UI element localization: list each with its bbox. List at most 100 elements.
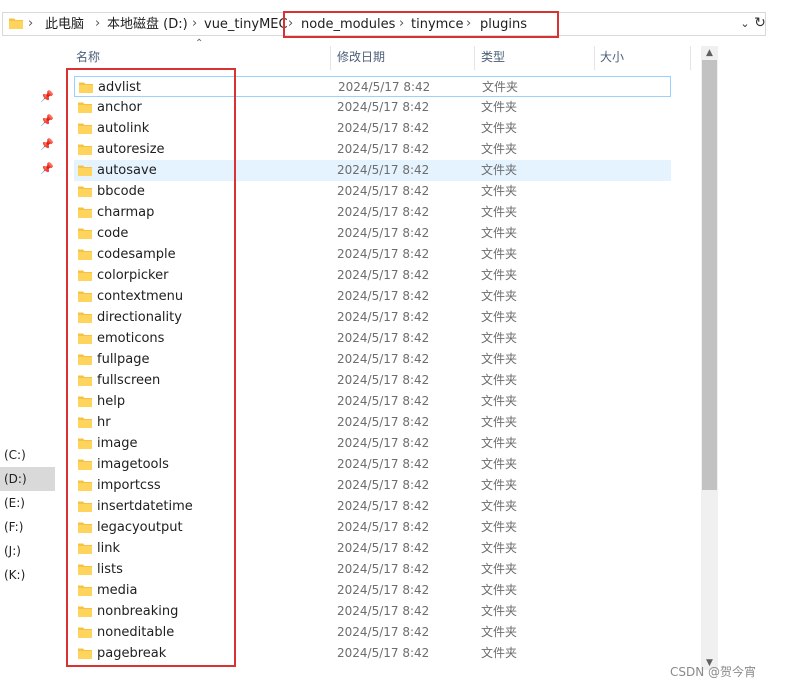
file-row[interactable]: imagetools 2024/5/17 8:42 文件夹 [74,454,671,475]
file-type: 文件夹 [481,352,518,366]
folder-icon [78,480,92,491]
file-row[interactable]: autosave 2024/5/17 8:42 文件夹 [74,160,671,181]
nav-drive-k[interactable]: (K:) [0,563,55,587]
file-row[interactable]: fullpage 2024/5/17 8:42 文件夹 [74,349,671,370]
file-type: 文件夹 [481,121,518,135]
file-name[interactable]: legacyoutput [97,517,183,538]
column-divider[interactable] [330,46,331,70]
file-row[interactable]: image 2024/5/17 8:42 文件夹 [74,433,671,454]
file-name[interactable]: bbcode [97,181,145,202]
folder-icon [78,270,92,281]
file-row[interactable]: bbcode 2024/5/17 8:42 文件夹 [74,181,671,202]
file-row[interactable]: link 2024/5/17 8:42 文件夹 [74,538,671,559]
file-name[interactable]: codesample [97,244,176,265]
breadcrumb-node-modules[interactable]: node_modules [301,17,395,33]
nav-drive-e[interactable]: (E:) [0,491,55,515]
file-name[interactable]: directionality [97,307,182,328]
breadcrumb-this-pc[interactable]: 此电脑 [45,17,84,33]
breadcrumb-drive-d[interactable]: 本地磁盘 (D:) [107,17,188,33]
column-header-name[interactable]: 名称 [76,46,100,70]
file-name[interactable]: nonbreaking [97,601,178,622]
file-row[interactable]: lists 2024/5/17 8:42 文件夹 [74,559,671,580]
file-name[interactable]: imagetools [97,454,169,475]
nav-drive-d[interactable]: (D:) [0,467,55,491]
column-header-type[interactable]: 类型 [481,46,505,70]
folder-icon [78,459,92,470]
file-row[interactable]: nonbreaking 2024/5/17 8:42 文件夹 [74,601,671,622]
scrollbar-thumb[interactable] [702,60,717,490]
file-name[interactable]: media [97,580,138,601]
file-row[interactable]: colorpicker 2024/5/17 8:42 文件夹 [74,265,671,286]
file-name[interactable]: colorpicker [97,265,168,286]
file-row[interactable]: noneditable 2024/5/17 8:42 文件夹 [74,622,671,643]
file-date: 2024/5/17 8:42 [337,604,430,618]
refresh-icon[interactable]: ↻ [752,14,768,32]
file-type: 文件夹 [481,646,518,660]
file-date: 2024/5/17 8:42 [337,247,430,261]
folder-icon [78,102,92,113]
file-name[interactable]: anchor [97,97,142,118]
file-name[interactable]: link [97,538,120,559]
file-name[interactable]: fullpage [97,349,150,370]
file-row[interactable]: media 2024/5/17 8:42 文件夹 [74,580,671,601]
file-date: 2024/5/17 8:42 [337,184,430,198]
file-name[interactable]: hr [97,412,111,433]
breadcrumb-plugins[interactable]: plugins [480,17,527,33]
column-divider[interactable] [594,46,595,70]
file-date: 2024/5/17 8:42 [337,142,430,156]
column-divider[interactable] [474,46,475,70]
file-row[interactable]: autoresize 2024/5/17 8:42 文件夹 [74,139,671,160]
folder-icon [78,207,92,218]
file-row[interactable]: emoticons 2024/5/17 8:42 文件夹 [74,328,671,349]
vertical-scrollbar[interactable]: ▲ ▼ [701,46,718,670]
file-row[interactable]: fullscreen 2024/5/17 8:42 文件夹 [74,370,671,391]
nav-drive-f[interactable]: (F:) [0,515,55,539]
file-name[interactable]: autoresize [97,139,165,160]
address-bar[interactable]: › 此电脑 › 本地磁盘 (D:) › vue_tinyMEC › node_m… [2,12,766,36]
file-name[interactable]: code [97,223,128,244]
file-name[interactable]: noneditable [97,622,174,643]
file-date: 2024/5/17 8:42 [337,352,430,366]
file-name[interactable]: advlist [98,77,141,98]
column-header-date[interactable]: 修改日期 [337,46,385,70]
column-header-size[interactable]: 大小 [600,46,624,70]
file-name[interactable]: emoticons [97,328,164,349]
file-name[interactable]: fullscreen [97,370,160,391]
breadcrumb-vue-tinymec[interactable]: vue_tinyMEC [204,17,288,33]
scroll-up-arrow-icon[interactable]: ▲ [701,46,718,60]
file-date: 2024/5/17 8:42 [337,520,430,534]
file-row[interactable]: charmap 2024/5/17 8:42 文件夹 [74,202,671,223]
file-row[interactable]: hr 2024/5/17 8:42 文件夹 [74,412,671,433]
file-row[interactable]: codesample 2024/5/17 8:42 文件夹 [74,244,671,265]
file-name[interactable]: lists [97,559,123,580]
file-row[interactable]: help 2024/5/17 8:42 文件夹 [74,391,671,412]
file-row[interactable]: advlist 2024/5/17 8:42 文件夹 [74,76,671,97]
column-divider[interactable] [690,46,691,70]
file-row[interactable]: importcss 2024/5/17 8:42 文件夹 [74,475,671,496]
file-name[interactable]: help [97,391,125,412]
folder-icon [78,501,92,512]
chevron-down-icon[interactable]: ⌄ [738,15,752,33]
file-name[interactable]: insertdatetime [97,496,193,517]
file-row[interactable]: insertdatetime 2024/5/17 8:42 文件夹 [74,496,671,517]
file-name[interactable]: autosave [97,160,157,181]
file-row[interactable]: directionality 2024/5/17 8:42 文件夹 [74,307,671,328]
file-name[interactable]: contextmenu [97,286,183,307]
address-bar-area: › 此电脑 › 本地磁盘 (D:) › vue_tinyMEC › node_m… [0,0,785,46]
file-row[interactable]: legacyoutput 2024/5/17 8:42 文件夹 [74,517,671,538]
nav-drive-j[interactable]: (J:) [0,539,55,563]
file-name[interactable]: autolink [97,118,149,139]
file-row[interactable]: code 2024/5/17 8:42 文件夹 [74,223,671,244]
file-row[interactable]: autolink 2024/5/17 8:42 文件夹 [74,118,671,139]
folder-icon [78,186,92,197]
file-row[interactable]: pagebreak 2024/5/17 8:42 文件夹 [74,643,671,664]
file-row[interactable]: anchor 2024/5/17 8:42 文件夹 [74,97,671,118]
folder-icon [78,648,92,659]
nav-drive-c[interactable]: (C:) [0,443,55,467]
file-name[interactable]: importcss [97,475,161,496]
file-name[interactable]: image [97,433,138,454]
file-name[interactable]: pagebreak [97,643,166,664]
breadcrumb-tinymce[interactable]: tinymce [411,17,463,33]
file-row[interactable]: contextmenu 2024/5/17 8:42 文件夹 [74,286,671,307]
file-name[interactable]: charmap [97,202,154,223]
